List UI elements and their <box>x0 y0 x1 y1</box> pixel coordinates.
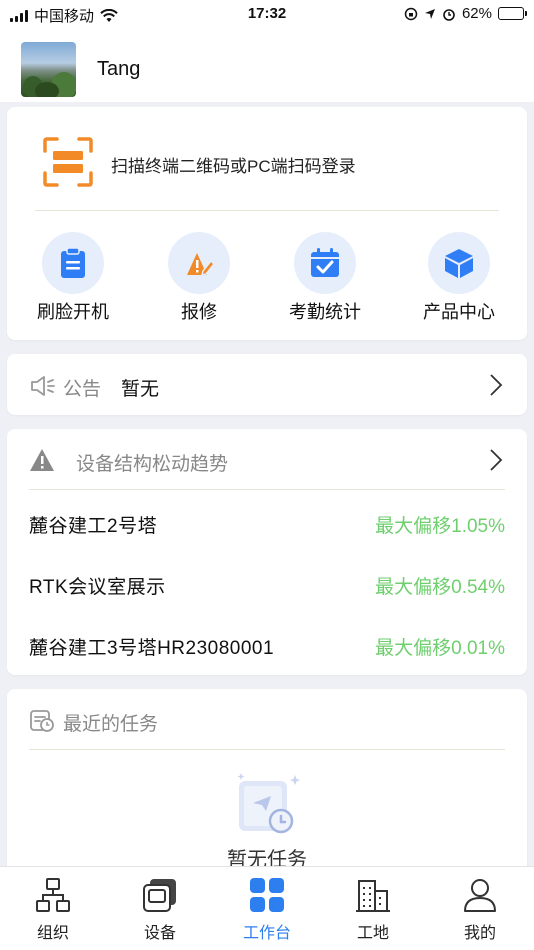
tab-label: 设备 <box>143 925 176 942</box>
offset-value: 最大偏移0.01% <box>375 638 505 659</box>
workbench-grid-icon <box>250 878 284 912</box>
divider <box>29 749 505 750</box>
products-icon-wrap <box>428 232 490 294</box>
user-icon <box>464 879 496 912</box>
divider <box>29 489 505 490</box>
face-boot-icon-wrap <box>42 232 104 294</box>
divider <box>35 210 499 211</box>
tab-label: 组织 <box>36 925 69 942</box>
org-chart-icon <box>36 878 70 912</box>
quick-action-label: 产品中心 <box>423 302 495 322</box>
quick-action-attendance[interactable]: 考勤统计 <box>270 232 380 324</box>
notice-value: 暂无 <box>121 379 160 400</box>
tab-label: 我的 <box>463 925 496 942</box>
tasks-title: 最近的任务 <box>63 714 159 735</box>
chevron-right-icon <box>490 449 503 471</box>
calendar-check-icon <box>311 248 339 277</box>
rotation-lock-icon <box>404 7 418 20</box>
bottom-tab-bar: 组织 设备 工作台 工地 我的 <box>0 866 534 950</box>
location-icon <box>424 8 435 19</box>
battery-percent: 62% <box>461 5 492 22</box>
trend-row[interactable]: 麓谷建工3号塔HR23080001 最大偏移0.01% <box>29 633 505 663</box>
quick-action-repair[interactable]: 报修 <box>144 232 254 324</box>
trend-row[interactable]: RTK会议室展示 最大偏移0.54% <box>29 572 505 602</box>
scan-login[interactable]: 扫描终端二维码或PC端扫码登录 <box>7 107 527 207</box>
trend-header[interactable]: 设备结构松动趋势 <box>7 429 527 487</box>
notice-title: 公告 <box>63 379 102 400</box>
status-right: 62% <box>404 5 527 22</box>
username[interactable]: Tang <box>97 58 140 81</box>
task-clock-icon <box>30 710 54 732</box>
tab-site[interactable]: 工地 <box>328 877 418 943</box>
trend-card: 设备结构松动趋势 麓谷建工2号塔 最大偏移1.05% RTK会议室展示 最大偏移… <box>7 429 527 675</box>
tower-name: 麓谷建工3号塔HR23080001 <box>29 638 275 659</box>
warning-icon <box>30 449 54 471</box>
tab-organization[interactable]: 组织 <box>8 877 98 943</box>
quick-action-label: 报修 <box>181 302 217 322</box>
device-icon <box>143 879 176 912</box>
tasks-card: 最近的任务 暂无任务 <box>7 689 527 889</box>
tab-label: 工地 <box>356 925 389 942</box>
repair-pen-icon <box>187 253 215 277</box>
scan-card: 扫描终端二维码或PC端扫码登录 刷脸开机 报修 考勤统计 产品中心 <box>7 107 527 340</box>
tower-name: 麓谷建工2号塔 <box>29 516 158 537</box>
quick-action-label: 考勤统计 <box>289 302 361 322</box>
attendance-icon-wrap <box>294 232 356 294</box>
quick-action-label: 刷脸开机 <box>37 302 109 322</box>
cube-icon <box>445 249 473 278</box>
chevron-right-icon <box>490 374 503 396</box>
tower-name: RTK会议室展示 <box>29 577 166 598</box>
tab-devices[interactable]: 设备 <box>115 877 205 943</box>
trend-title: 设备结构松动趋势 <box>76 454 229 475</box>
empty-task-icon <box>237 773 300 834</box>
repair-icon-wrap <box>168 232 230 294</box>
alarm-icon <box>443 8 455 21</box>
notice-card[interactable]: 公告 暂无 <box>7 354 527 415</box>
tab-mine[interactable]: 我的 <box>435 877 525 943</box>
scan-qr-icon <box>43 137 93 187</box>
quick-action-products[interactable]: 产品中心 <box>404 232 514 324</box>
building-icon <box>356 880 390 912</box>
profile-header: Tang <box>0 28 534 102</box>
scan-text: 扫描终端二维码或PC端扫码登录 <box>111 157 356 176</box>
avatar[interactable] <box>21 42 76 97</box>
offset-value: 最大偏移0.54% <box>375 577 505 598</box>
battery-icon <box>498 7 527 20</box>
tab-label: 工作台 <box>242 925 291 942</box>
speaker-icon <box>31 376 55 396</box>
status-bar: 中国移动 17:32 62% <box>0 0 534 28</box>
tab-workbench[interactable]: 工作台 <box>222 877 312 943</box>
offset-value: 最大偏移1.05% <box>375 516 505 537</box>
trend-row[interactable]: 麓谷建工2号塔 最大偏移1.05% <box>29 511 505 541</box>
clipboard-icon <box>61 247 85 278</box>
quick-action-face-boot[interactable]: 刷脸开机 <box>18 232 128 324</box>
